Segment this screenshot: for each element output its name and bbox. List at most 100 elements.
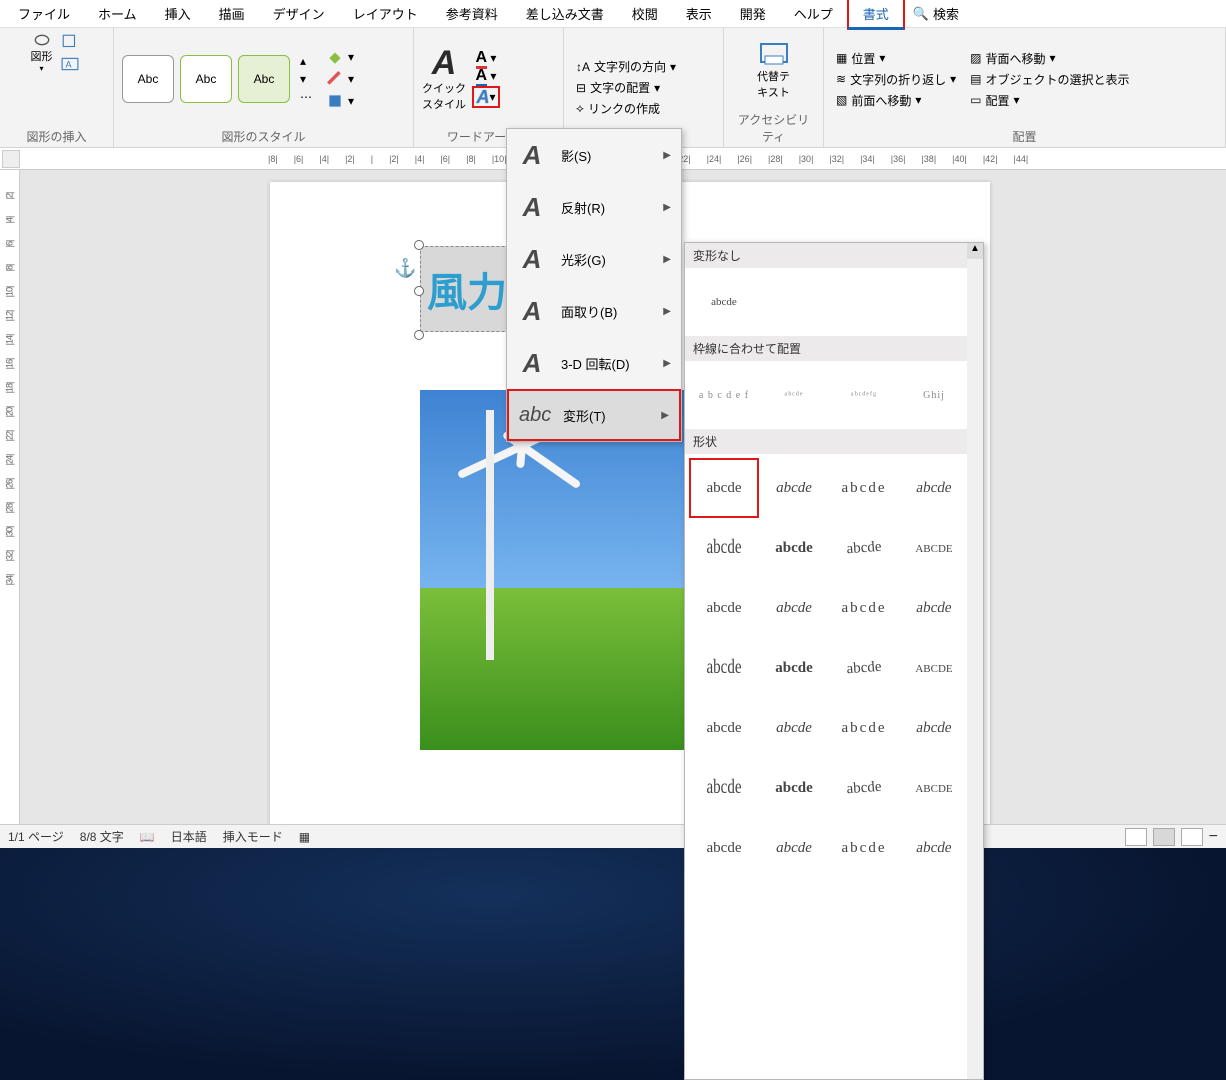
front-icon: ▧ — [836, 93, 847, 107]
view-print-layout[interactable] — [1153, 828, 1175, 846]
shape-style-more-button[interactable]: ⋯ — [296, 89, 316, 105]
menu-draw[interactable]: 描画 — [205, 0, 259, 27]
selection-pane-button[interactable]: ▤オブジェクトの選択と表示 — [966, 70, 1133, 89]
menu-file[interactable]: ファイル — [4, 0, 84, 27]
bring-forward-button[interactable]: ▧前面へ移動 ▾ — [832, 91, 960, 110]
menu-review[interactable]: 校閲 — [618, 0, 672, 27]
gallery-scrollbar[interactable]: ▲ — [967, 243, 983, 1079]
view-read-mode[interactable] — [1125, 828, 1147, 846]
transform-warp-4[interactable]: abcde — [894, 458, 975, 518]
effect-transform[interactable]: abc変形(T)▶ — [507, 389, 681, 441]
shape-outline-button[interactable]: ▾ — [322, 69, 358, 89]
resize-handle[interactable] — [414, 240, 424, 250]
align-icon: ▭ — [970, 93, 981, 107]
transform-warp-3[interactable]: abcde — [829, 458, 899, 518]
chevron-right-icon: ▶ — [663, 202, 671, 213]
effect-shadow[interactable]: A影(S)▶ — [507, 129, 681, 181]
transform-follow-4[interactable]: Ghij — [899, 365, 969, 425]
menu-insert[interactable]: 挿入 — [151, 0, 205, 27]
send-backward-button[interactable]: ▨背面へ移動 ▾ — [966, 49, 1133, 68]
transform-warp-23[interactable]: abcde — [827, 756, 901, 821]
shape-style-arrow-up[interactable]: ▴ — [296, 53, 316, 69]
shape-style-arrow-down[interactable]: ▾ — [296, 71, 316, 87]
transform-warp-14[interactable]: abcde — [759, 638, 829, 698]
effect-glow[interactable]: A光彩(G)▶ — [507, 233, 681, 285]
menu-view[interactable]: 表示 — [672, 0, 726, 27]
effect-reflection[interactable]: A反射(R)▶ — [507, 181, 681, 233]
transform-warp-12[interactable]: abcde — [894, 578, 975, 638]
menu-developer[interactable]: 開発 — [726, 0, 780, 27]
menu-design[interactable]: デザイン — [259, 0, 339, 27]
transform-follow-2[interactable]: ᵃᵇᶜᵈᵉ — [759, 365, 829, 425]
status-insert-mode[interactable]: 挿入モード — [223, 828, 283, 845]
transform-warp-22[interactable]: abcde — [759, 758, 829, 818]
transform-warp-27[interactable]: abcde — [829, 818, 899, 878]
wrap-text-button[interactable]: ≋文字列の折り返し ▾ — [832, 70, 960, 89]
effect-bevel[interactable]: A面取り(B)▶ — [507, 285, 681, 337]
transform-warp-15[interactable]: abcde — [827, 636, 901, 701]
transform-warp-6[interactable]: abcde — [759, 518, 829, 578]
edit-shape-button[interactable] — [57, 32, 83, 52]
zoom-out-icon[interactable]: − — [1209, 828, 1218, 846]
position-button[interactable]: ▦位置 ▾ — [832, 49, 960, 68]
transform-warp-10[interactable]: abcde — [759, 578, 829, 638]
transform-warp-13[interactable]: abcde — [689, 629, 759, 707]
quick-style-button[interactable]: A クイック スタイル — [422, 46, 466, 112]
transform-none[interactable]: abcde — [689, 272, 759, 332]
create-link-button[interactable]: ⟡リンクの作成 — [572, 99, 680, 118]
transform-follow-3[interactable]: ᵃᵇᶜᵈᵉᶠᵍ — [829, 365, 899, 425]
effect-3d-rotation[interactable]: A3-D 回転(D)▶ — [507, 337, 681, 389]
transform-warp-8[interactable]: abcde — [899, 518, 969, 578]
align-button[interactable]: ▭配置 ▾ — [966, 91, 1133, 110]
transform-warp-21[interactable]: abcde — [689, 749, 759, 827]
transform-warp-25[interactable]: abcde — [689, 818, 759, 878]
transform-warp-28[interactable]: abcde — [894, 818, 975, 878]
shapes-gallery-button[interactable]: 図形 ▾ — [31, 32, 53, 74]
text-effects-button[interactable]: A ▾ — [472, 86, 500, 108]
resize-handle[interactable] — [414, 330, 424, 340]
scroll-up-icon[interactable]: ▲ — [967, 243, 983, 259]
menu-references[interactable]: 参考資料 — [432, 0, 512, 27]
transform-warp-7[interactable]: abcde — [827, 516, 901, 581]
wind-turbine-image[interactable] — [420, 390, 690, 750]
text-effects-dropdown: A影(S)▶ A反射(R)▶ A光彩(G)▶ A面取り(B)▶ A3-D 回転(… — [506, 128, 682, 442]
shape-style-more: ▴ ▾ ⋯ — [296, 53, 316, 105]
text-outline-button[interactable]: A ▾ — [476, 68, 497, 84]
menu-search[interactable]: 🔍 検索 — [913, 4, 959, 23]
transform-warp-19[interactable]: abcde — [829, 698, 899, 758]
menu-home[interactable]: ホーム — [84, 0, 151, 27]
menu-help[interactable]: ヘルプ — [780, 0, 847, 27]
spellcheck-icon[interactable]: 📖 — [140, 830, 155, 844]
transform-warp-18[interactable]: abcde — [759, 698, 829, 758]
text-direction-button[interactable]: ↕A文字列の方向 ▾ — [572, 57, 680, 76]
shape-style-thumb-3[interactable]: Abc — [238, 55, 290, 103]
wordart-text: 風力 — [427, 260, 507, 318]
status-language[interactable]: 日本語 — [171, 828, 207, 845]
transform-warp-11[interactable]: abcde — [829, 578, 899, 638]
transform-warp-20[interactable]: abcde — [894, 698, 975, 758]
shape-effects-button[interactable]: ▾ — [322, 91, 358, 111]
text-fill-button[interactable]: A ▾ — [476, 50, 497, 66]
transform-warp-26[interactable]: abcde — [759, 818, 829, 878]
menu-layout[interactable]: レイアウト — [339, 0, 432, 27]
transform-warp-5[interactable]: abcde — [689, 509, 759, 587]
menu-mailings[interactable]: 差し込み文書 — [512, 0, 618, 27]
status-page[interactable]: 1/1 ページ — [8, 828, 64, 845]
transform-warp-24[interactable]: abcde — [899, 758, 969, 818]
transform-warp-2[interactable]: abcde — [759, 458, 829, 518]
shape-fill-button[interactable]: ▾ — [322, 47, 358, 67]
transform-follow-1[interactable]: a b c d e f — [689, 365, 759, 425]
transform-warp-16[interactable]: abcde — [899, 638, 969, 698]
shape-style-thumb-2[interactable]: Abc — [180, 55, 232, 103]
alt-text-button[interactable]: 代替テ キスト — [757, 42, 790, 100]
resize-handle[interactable] — [414, 286, 424, 296]
vertical-ruler[interactable]: |2||4||6||8||10||12||14||16||18||20||22|… — [0, 170, 20, 826]
shape-style-thumb-1[interactable]: Abc — [122, 55, 174, 103]
view-web-layout[interactable] — [1181, 828, 1203, 846]
text-align-button[interactable]: ⊟文字の配置 ▾ — [572, 78, 680, 97]
status-words[interactable]: 8/8 文字 — [80, 828, 124, 845]
menu-format[interactable]: 書式 — [847, 0, 905, 30]
macro-icon[interactable]: ▦ — [299, 830, 310, 844]
selection-icon: ▤ — [970, 72, 981, 86]
textbox-button[interactable]: A — [57, 54, 83, 74]
